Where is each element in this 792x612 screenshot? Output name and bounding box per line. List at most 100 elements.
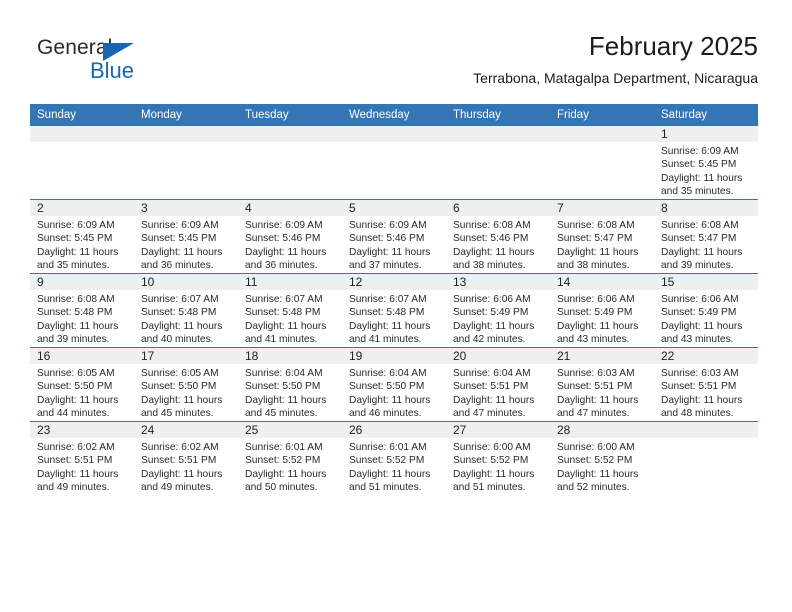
calendar-day-cell[interactable]: 22 Sunrise: 6:03 AM Sunset: 5:51 PM Dayligh… <box>654 347 758 422</box>
sunset-text: Sunset: 5:51 PM <box>557 381 633 393</box>
daylight-text: Daylight: 11 hours and 39 minutes. <box>661 246 743 272</box>
day-details: Sunrise: 6:02 AM Sunset: 5:51 PM Daylight:… <box>134 438 238 495</box>
daylight-text: Daylight: 11 hours and 35 minutes. <box>37 246 119 272</box>
day-details: Sunrise: 6:04 AM Sunset: 5:50 PM Daylight:… <box>238 364 342 421</box>
day-number: 8 <box>654 200 758 216</box>
weekday-header-saturday: Saturday <box>654 104 758 126</box>
day-number: 27 <box>446 422 550 438</box>
day-details: Sunrise: 6:09 AM Sunset: 5:45 PM Daylight:… <box>30 216 134 273</box>
sunset-text: Sunset: 5:47 PM <box>661 233 737 245</box>
day-number: 20 <box>446 348 550 364</box>
calendar-day-cell[interactable]: 11 Sunrise: 6:07 AM Sunset: 5:48 PM Dayligh… <box>238 273 342 348</box>
sunrise-text: Sunrise: 6:07 AM <box>245 294 323 305</box>
calendar-day-cell[interactable]: 27 Sunrise: 6:00 AM Sunset: 5:52 PM Dayligh… <box>446 421 550 495</box>
sunrise-text: Sunrise: 6:05 AM <box>37 368 115 379</box>
sunset-text: Sunset: 5:50 PM <box>37 381 113 393</box>
sunrise-text: Sunrise: 6:04 AM <box>453 368 531 379</box>
day-details: Sunrise: 6:06 AM Sunset: 5:49 PM Daylight:… <box>446 290 550 347</box>
logo-word-blue: Blue <box>90 58 135 83</box>
day-details: Sunrise: 6:06 AM Sunset: 5:49 PM Daylight:… <box>654 290 758 347</box>
day-details: Sunrise: 6:09 AM Sunset: 5:46 PM Daylight:… <box>238 216 342 273</box>
day-details: Sunrise: 6:01 AM Sunset: 5:52 PM Daylight:… <box>238 438 342 495</box>
calendar-day-cell[interactable]: 7 Sunrise: 6:08 AM Sunset: 5:47 PM Daylight… <box>550 199 654 274</box>
sunset-text: Sunset: 5:48 PM <box>349 307 425 319</box>
sunset-text: Sunset: 5:51 PM <box>141 455 217 467</box>
day-details: Sunrise: 6:01 AM Sunset: 5:52 PM Daylight:… <box>342 438 446 495</box>
sunrise-text: Sunrise: 6:02 AM <box>37 442 115 453</box>
sunrise-text: Sunrise: 6:06 AM <box>557 294 635 305</box>
calendar-day-cell[interactable]: 14 Sunrise: 6:06 AM Sunset: 5:49 PM Dayligh… <box>550 273 654 348</box>
calendar-day-cell[interactable]: 9 Sunrise: 6:08 AM Sunset: 5:48 PM Daylight… <box>30 273 134 348</box>
calendar-day-cell[interactable]: 6 Sunrise: 6:08 AM Sunset: 5:46 PM Daylight… <box>446 199 550 274</box>
calendar-day-cell[interactable]: 13 Sunrise: 6:06 AM Sunset: 5:49 PM Dayligh… <box>446 273 550 348</box>
day-number: 18 <box>238 348 342 364</box>
sunrise-text: Sunrise: 6:04 AM <box>349 368 427 379</box>
daylight-text: Daylight: 11 hours and 35 minutes. <box>661 172 743 198</box>
day-details: Sunrise: 6:04 AM Sunset: 5:50 PM Daylight:… <box>342 364 446 421</box>
day-details: Sunrise: 6:08 AM Sunset: 5:47 PM Daylight:… <box>550 216 654 273</box>
calendar-day-cell[interactable]: 25 Sunrise: 6:01 AM Sunset: 5:52 PM Dayligh… <box>238 421 342 495</box>
sunrise-text: Sunrise: 6:05 AM <box>141 368 219 379</box>
calendar-day-cell[interactable]: 5 Sunrise: 6:09 AM Sunset: 5:46 PM Daylight… <box>342 199 446 274</box>
sunset-text: Sunset: 5:52 PM <box>245 455 321 467</box>
daylight-text: Daylight: 11 hours and 44 minutes. <box>37 394 119 420</box>
calendar-day-cell[interactable]: 1 Sunrise: 6:09 AM Sunset: 5:45 PM Daylight… <box>654 126 758 200</box>
calendar-day-cell[interactable]: 3 Sunrise: 6:09 AM Sunset: 5:45 PM Daylight… <box>134 199 238 274</box>
day-details: Sunrise: 6:05 AM Sunset: 5:50 PM Daylight:… <box>134 364 238 421</box>
sunrise-text: Sunrise: 6:07 AM <box>349 294 427 305</box>
day-number: 19 <box>342 348 446 364</box>
calendar-day-cell[interactable]: 26 Sunrise: 6:01 AM Sunset: 5:52 PM Dayligh… <box>342 421 446 495</box>
calendar-week-row: 16 Sunrise: 6:05 AM Sunset: 5:50 PM Dayligh… <box>30 347 758 422</box>
calendar-week-row: 1 Sunrise: 6:09 AM Sunset: 5:45 PM Daylight… <box>30 126 758 200</box>
calendar-day-cell[interactable]: 17 Sunrise: 6:05 AM Sunset: 5:50 PM Dayligh… <box>134 347 238 422</box>
daylight-text: Daylight: 11 hours and 48 minutes. <box>661 394 743 420</box>
calendar-day-cell[interactable]: 10 Sunrise: 6:07 AM Sunset: 5:48 PM Dayligh… <box>134 273 238 348</box>
day-number: 23 <box>30 422 134 438</box>
calendar-day-cell[interactable]: 19 Sunrise: 6:04 AM Sunset: 5:50 PM Dayligh… <box>342 347 446 422</box>
calendar-day-cell[interactable]: 18 Sunrise: 6:04 AM Sunset: 5:50 PM Dayligh… <box>238 347 342 422</box>
calendar-week-row: 23 Sunrise: 6:02 AM Sunset: 5:51 PM Dayligh… <box>30 421 758 495</box>
daylight-text: Daylight: 11 hours and 45 minutes. <box>141 394 223 420</box>
day-number: 3 <box>134 200 238 216</box>
daylight-text: Daylight: 11 hours and 49 minutes. <box>141 468 223 494</box>
daylight-text: Daylight: 11 hours and 41 minutes. <box>349 320 431 346</box>
sunset-text: Sunset: 5:48 PM <box>37 307 113 319</box>
day-details: Sunrise: 6:09 AM Sunset: 5:45 PM Daylight:… <box>134 216 238 273</box>
weekday-header-monday: Monday <box>134 104 238 126</box>
calendar-day-cell[interactable]: 23 Sunrise: 6:02 AM Sunset: 5:51 PM Dayligh… <box>30 421 134 495</box>
day-details: Sunrise: 6:00 AM Sunset: 5:52 PM Daylight:… <box>550 438 654 495</box>
daylight-text: Daylight: 11 hours and 45 minutes. <box>245 394 327 420</box>
calendar-day-cell[interactable]: 2 Sunrise: 6:09 AM Sunset: 5:45 PM Daylight… <box>30 199 134 274</box>
day-details: Sunrise: 6:03 AM Sunset: 5:51 PM Daylight:… <box>550 364 654 421</box>
day-details: Sunrise: 6:07 AM Sunset: 5:48 PM Daylight:… <box>342 290 446 347</box>
daylight-text: Daylight: 11 hours and 49 minutes. <box>37 468 119 494</box>
calendar-day-cell[interactable]: 21 Sunrise: 6:03 AM Sunset: 5:51 PM Dayligh… <box>550 347 654 422</box>
calendar-day-cell[interactable]: 12 Sunrise: 6:07 AM Sunset: 5:48 PM Dayligh… <box>342 273 446 348</box>
calendar-day-cell[interactable]: 4 Sunrise: 6:09 AM Sunset: 5:46 PM Daylight… <box>238 199 342 274</box>
daylight-text: Daylight: 11 hours and 51 minutes. <box>349 468 431 494</box>
calendar-day-cell[interactable]: 15 Sunrise: 6:06 AM Sunset: 5:49 PM Dayligh… <box>654 273 758 348</box>
calendar-day-cell[interactable]: 28 Sunrise: 6:00 AM Sunset: 5:52 PM Dayligh… <box>550 421 654 495</box>
sunset-text: Sunset: 5:50 PM <box>141 381 217 393</box>
sunrise-text: Sunrise: 6:08 AM <box>557 220 635 231</box>
day-details: Sunrise: 6:04 AM Sunset: 5:51 PM Daylight:… <box>446 364 550 421</box>
calendar-day-cell[interactable]: 24 Sunrise: 6:02 AM Sunset: 5:51 PM Dayligh… <box>134 421 238 495</box>
sunrise-text: Sunrise: 6:03 AM <box>661 368 739 379</box>
calendar-day-cell[interactable]: 8 Sunrise: 6:08 AM Sunset: 5:47 PM Daylight… <box>654 199 758 274</box>
daylight-text: Daylight: 11 hours and 38 minutes. <box>557 246 639 272</box>
daylight-text: Daylight: 11 hours and 43 minutes. <box>557 320 639 346</box>
general-blue-logo[interactable]: General Blue <box>37 36 197 88</box>
daylight-text: Daylight: 11 hours and 40 minutes. <box>141 320 223 346</box>
calendar-day-cell[interactable]: 16 Sunrise: 6:05 AM Sunset: 5:50 PM Dayligh… <box>30 347 134 422</box>
day-number: 21 <box>550 348 654 364</box>
daylight-text: Daylight: 11 hours and 37 minutes. <box>349 246 431 272</box>
daylight-text: Daylight: 11 hours and 46 minutes. <box>349 394 431 420</box>
calendar-day-cell[interactable]: 20 Sunrise: 6:04 AM Sunset: 5:51 PM Dayligh… <box>446 347 550 422</box>
logo-word-general: General <box>37 36 113 59</box>
day-number: 17 <box>134 348 238 364</box>
sunset-text: Sunset: 5:49 PM <box>557 307 633 319</box>
sunset-text: Sunset: 5:51 PM <box>453 381 529 393</box>
day-details: Sunrise: 6:08 AM Sunset: 5:47 PM Daylight:… <box>654 216 758 273</box>
calendar-day-cell-empty <box>654 421 758 495</box>
day-number <box>342 126 446 142</box>
